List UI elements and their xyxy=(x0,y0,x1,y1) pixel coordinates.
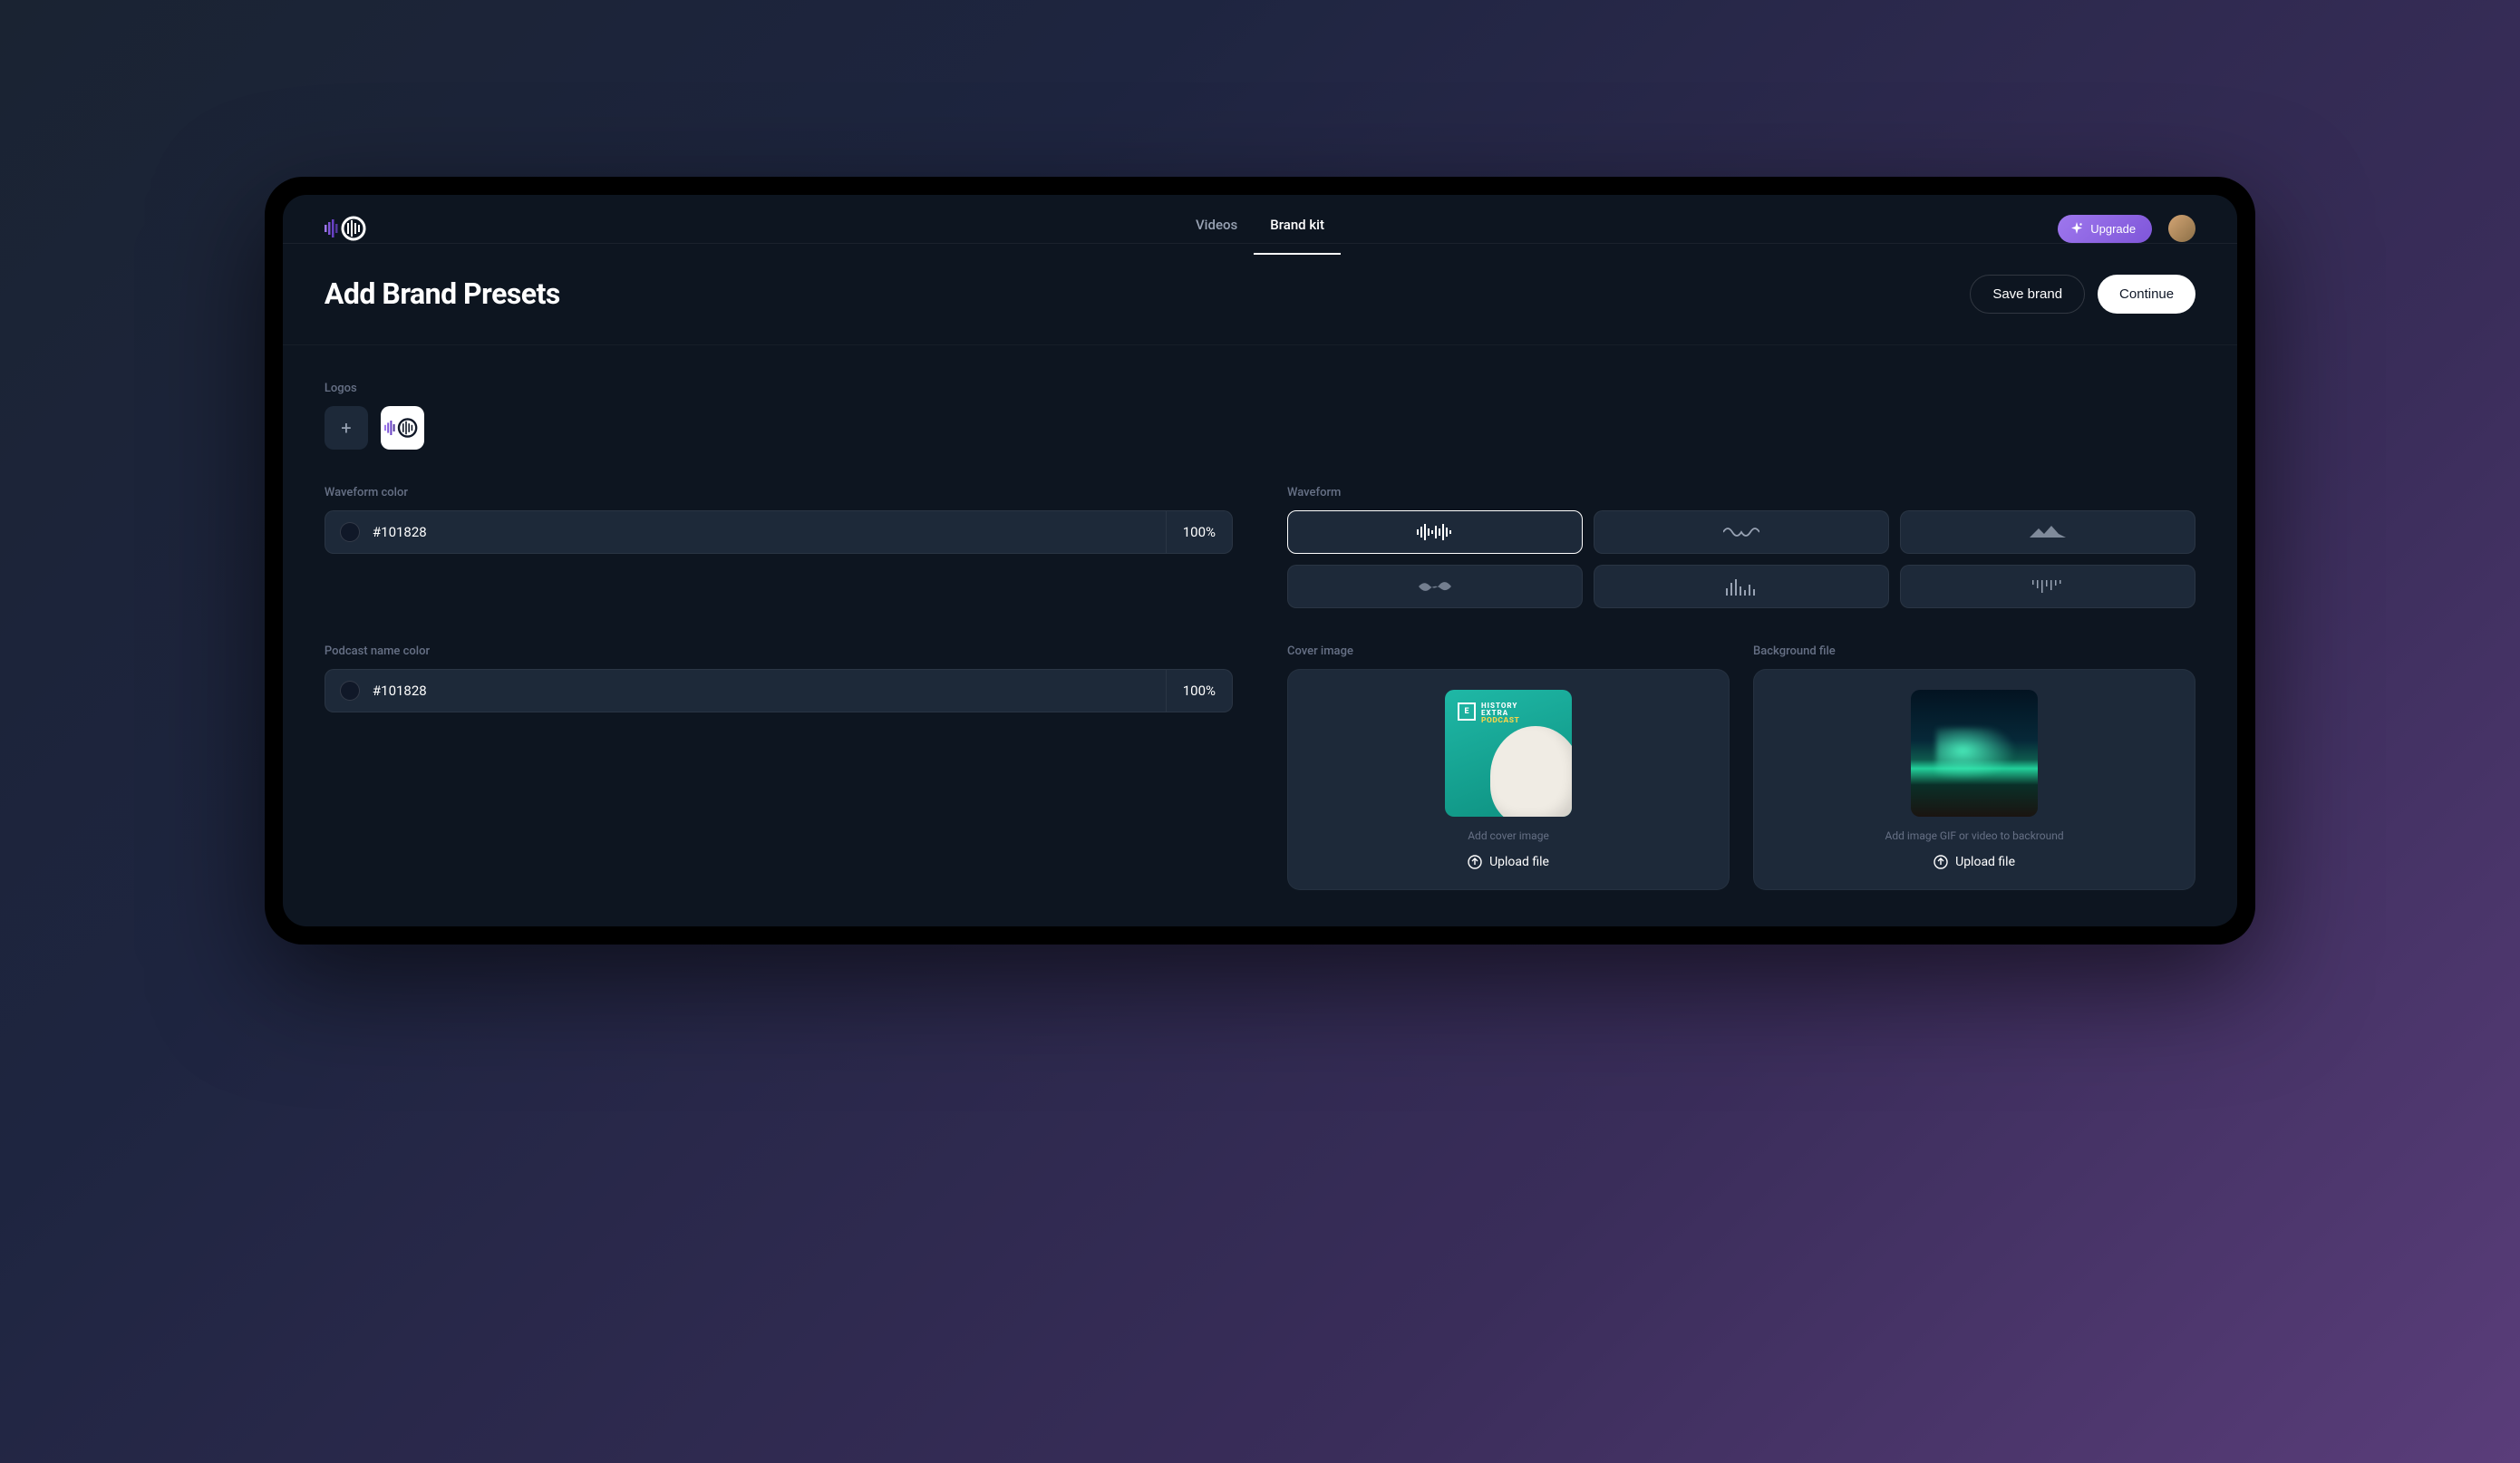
waveform-grid xyxy=(1287,510,2195,608)
waveform-color-label: Waveform color xyxy=(325,486,1233,499)
waveform-section: Waveform xyxy=(1287,486,2195,608)
tab-brand-kit[interactable]: Brand kit xyxy=(1254,204,1341,255)
podcast-name-color-label: Podcast name color xyxy=(325,644,1233,658)
cover-caption: Add cover image xyxy=(1468,829,1549,842)
podcast-name-color-field: #101828 100% xyxy=(325,669,1233,712)
background-upload-label: Upload file xyxy=(1955,855,2015,869)
page-title: Add Brand Presets xyxy=(325,276,560,311)
cover-badge: E HISTORY EXTRA PODCAST xyxy=(1458,702,1519,725)
cover-image-label: Cover image xyxy=(1287,644,1730,658)
upload-icon xyxy=(1468,855,1482,869)
add-logo-button[interactable]: + xyxy=(325,406,368,450)
podcast-name-color-section: Podcast name color #101828 100% xyxy=(325,644,1233,890)
waveform-option-line[interactable] xyxy=(1594,510,1889,554)
content-grid: Logos + xyxy=(283,345,2237,926)
waveform-color-input[interactable]: #101828 xyxy=(325,510,1166,554)
tab-videos[interactable]: Videos xyxy=(1179,204,1254,255)
page-header: Add Brand Presets Save brand Continue xyxy=(283,244,2237,345)
ticks-wave-icon xyxy=(2030,578,2066,595)
upgrade-label: Upgrade xyxy=(2090,222,2136,236)
nav-tabs: Videos Brand kit xyxy=(1179,203,1341,254)
waveform-color-field: #101828 100% xyxy=(325,510,1233,554)
cover-badge-line3: PODCAST xyxy=(1481,717,1519,725)
waveform-opacity-value: 100% xyxy=(1183,524,1216,540)
bars-wave-icon xyxy=(1415,523,1455,541)
waveform-color-section: Waveform color #101828 100% xyxy=(325,486,1233,608)
save-brand-button[interactable]: Save brand xyxy=(1970,275,2085,314)
background-thumbnail[interactable] xyxy=(1911,690,2038,817)
waveform-option-mountain[interactable] xyxy=(1900,510,2195,554)
color-swatch-icon xyxy=(340,522,360,542)
podcast-name-color-input[interactable]: #101828 xyxy=(325,669,1166,712)
color-swatch-icon xyxy=(340,681,360,701)
header-actions: Save brand Continue xyxy=(1970,275,2195,314)
blob-wave-icon xyxy=(1417,578,1453,595)
background-file-section: Background file Add image GIF or video t… xyxy=(1753,644,2195,890)
logos-row: + xyxy=(325,406,2195,450)
podcast-name-opacity-input[interactable]: 100% xyxy=(1166,669,1233,712)
line-wave-icon xyxy=(1723,523,1759,541)
waveform-option-ticks[interactable] xyxy=(1900,565,2195,608)
waveform-opacity-input[interactable]: 100% xyxy=(1166,510,1233,554)
podcast-name-opacity-value: 100% xyxy=(1183,683,1216,699)
upgrade-button[interactable]: Upgrade xyxy=(2058,215,2152,243)
background-upload-button[interactable]: Upload file xyxy=(1934,855,2015,869)
waveform-label: Waveform xyxy=(1287,486,2195,499)
cover-upload-label: Upload file xyxy=(1489,855,1549,869)
navbar: Videos Brand kit Upgrade xyxy=(283,195,2237,244)
cover-image-section: Cover image E HISTORY EXTRA PODCAST xyxy=(1287,644,1730,890)
mountain-wave-icon xyxy=(2030,525,2066,539)
continue-button[interactable]: Continue xyxy=(2098,275,2195,314)
logo-thumbnail[interactable] xyxy=(381,406,424,450)
waveform-option-blob[interactable] xyxy=(1287,565,1583,608)
tablet-frame: Videos Brand kit Upgrade Add Brand Prese… xyxy=(265,177,2255,945)
sparkle-icon xyxy=(2070,222,2083,235)
app-screen: Videos Brand kit Upgrade Add Brand Prese… xyxy=(283,195,2237,926)
cover-image-card: E HISTORY EXTRA PODCAST Add cover image xyxy=(1287,669,1730,890)
logos-label: Logos xyxy=(325,382,2195,395)
background-file-card: Add image GIF or video to backround Uplo… xyxy=(1753,669,2195,890)
waveform-logo-icon xyxy=(384,417,421,439)
upload-row: Cover image E HISTORY EXTRA PODCAST xyxy=(1287,644,2195,890)
cover-upload-button[interactable]: Upload file xyxy=(1468,855,1549,869)
background-file-label: Background file xyxy=(1753,644,2195,658)
waveform-option-bars[interactable] xyxy=(1287,510,1583,554)
upload-icon xyxy=(1934,855,1948,869)
podcast-name-color-hex: #101828 xyxy=(373,683,427,699)
background-caption: Add image GIF or video to backround xyxy=(1885,829,2064,842)
app-logo[interactable] xyxy=(325,216,370,241)
nav-right: Upgrade xyxy=(2058,215,2195,243)
user-avatar[interactable] xyxy=(2168,215,2195,242)
thin-bars-wave-icon xyxy=(1723,577,1759,596)
waveform-color-hex: #101828 xyxy=(373,524,427,540)
waveform-option-thin-bars[interactable] xyxy=(1594,565,1889,608)
logos-section: Logos + xyxy=(325,382,2195,450)
cover-image-thumbnail[interactable]: E HISTORY EXTRA PODCAST xyxy=(1445,690,1572,817)
